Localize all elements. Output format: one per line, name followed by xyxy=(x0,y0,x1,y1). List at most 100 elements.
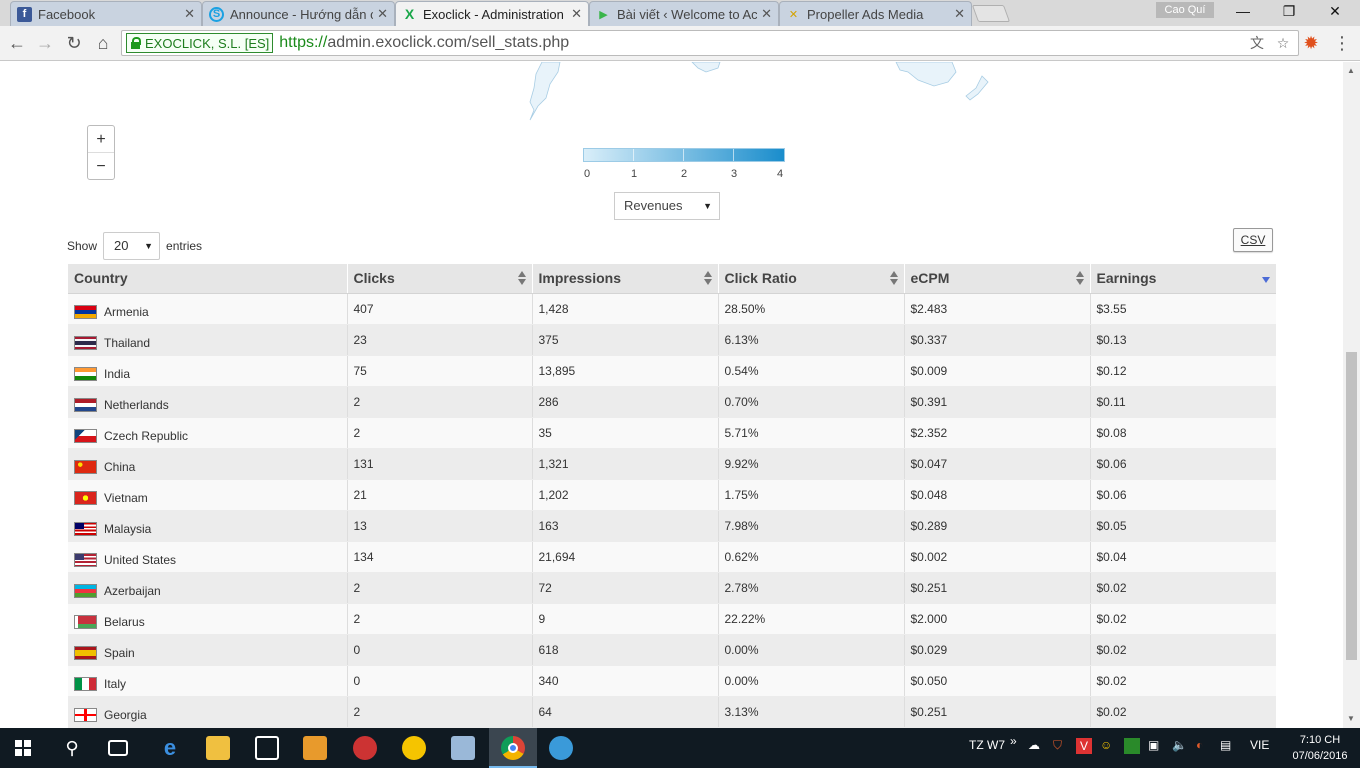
zoom-out-button[interactable]: − xyxy=(88,153,114,180)
cell-impressions: 1,202 xyxy=(531,479,718,511)
column-header-clicks[interactable]: Clicks xyxy=(346,264,532,294)
cell-country: Belarus xyxy=(68,603,347,635)
close-window-icon[interactable]: ✕ xyxy=(1312,3,1358,23)
dropdown-arrow-icon: ▼ xyxy=(144,241,154,251)
bookmark-star-icon[interactable]: ☆ xyxy=(1274,34,1292,52)
vivaldi-icon[interactable]: V xyxy=(1076,738,1092,754)
taskbar-clock[interactable]: 7:10 CH 07/06/2016 xyxy=(1290,732,1350,764)
close-icon[interactable]: ✕ xyxy=(377,6,388,22)
country-cell-content: Malaysia xyxy=(74,516,347,536)
cell-clicks: 75 xyxy=(346,355,532,387)
cell-clicks: 2 xyxy=(346,696,532,728)
globe-app-icon[interactable] xyxy=(549,736,573,760)
tab-propeller[interactable]: ✕ Propeller Ads Media ✕ xyxy=(779,1,972,26)
close-icon[interactable]: ✕ xyxy=(184,6,195,22)
cell-click-ratio: 28.50% xyxy=(717,293,904,325)
column-header-impressions[interactable]: Impressions xyxy=(531,264,718,294)
file-explorer-icon[interactable] xyxy=(206,736,230,760)
omnibox-actions: 文 ☆ xyxy=(1248,34,1292,52)
extension-fire-icon[interactable]: ✹ xyxy=(1300,32,1322,54)
store-icon[interactable] xyxy=(255,736,279,760)
profile-button[interactable]: Cao Quí xyxy=(1156,2,1214,18)
forward-arrow-icon[interactable]: → xyxy=(34,32,56,54)
table-row: Thailand 23 375 6.13% $0.337 $0.13 xyxy=(68,324,1276,356)
edge-icon[interactable]: e xyxy=(158,736,182,760)
close-icon[interactable]: ✕ xyxy=(954,6,965,22)
cell-country: Thailand xyxy=(68,324,347,356)
entries-select[interactable]: 20 ▼ xyxy=(103,232,161,260)
tab-bai-viet[interactable]: ▶ Bài viết ‹ Welcome to Acil ✕ xyxy=(589,1,779,26)
country-cell-content: Czech Republic xyxy=(74,423,347,443)
show-label: Show xyxy=(67,239,98,253)
cell-impressions: 340 xyxy=(531,665,718,697)
emoji-icon[interactable]: ☺ xyxy=(1100,738,1112,752)
cell-earnings: $0.06 xyxy=(1089,448,1276,480)
home-icon[interactable]: ⌂ xyxy=(92,32,114,54)
new-tab-button[interactable] xyxy=(971,5,1011,22)
notifications-icon[interactable]: ▤ xyxy=(1220,738,1231,752)
maximize-icon[interactable]: ❐ xyxy=(1266,3,1312,23)
map-south-america xyxy=(529,62,561,121)
url-text[interactable]: https://admin.exoclick.com/sell_stats.ph… xyxy=(279,34,569,52)
network-app-icon[interactable] xyxy=(451,736,475,760)
tab-facebook[interactable]: f Facebook ✕ xyxy=(10,1,202,26)
translate-icon[interactable]: 文 xyxy=(1248,34,1266,52)
cell-impressions: 1,321 xyxy=(531,448,718,480)
cloud-icon[interactable]: ☁ xyxy=(1028,738,1040,752)
cell-ecpm: $0.047 xyxy=(903,448,1090,480)
tray-label[interactable]: TZ W7 xyxy=(969,738,1005,752)
scroll-up-icon[interactable]: ▲ xyxy=(1347,66,1355,75)
app-tray-icon[interactable] xyxy=(1124,738,1140,754)
zoom-in-button[interactable]: + xyxy=(88,126,114,153)
table-row: Spain 0 618 0.00% $0.029 $0.02 xyxy=(68,634,1276,666)
yahoo-messenger-icon[interactable] xyxy=(402,736,426,760)
taskbar-chrome-active[interactable] xyxy=(489,728,537,768)
country-name: Spain xyxy=(104,645,135,660)
volume-icon[interactable]: 🔈 xyxy=(1172,738,1187,752)
cell-earnings: $0.12 xyxy=(1089,355,1276,387)
italy-flag-icon xyxy=(74,676,97,691)
shield-icon[interactable]: ⛉ xyxy=(1053,738,1062,753)
column-header-earnings[interactable]: Earnings xyxy=(1089,264,1276,294)
tab-label: Announce - Hướng dẫn c xyxy=(230,6,374,22)
language-indicator[interactable]: VIE xyxy=(1250,738,1269,752)
windows-start-icon[interactable] xyxy=(15,740,31,756)
close-icon[interactable]: ✕ xyxy=(761,6,772,22)
scroll-down-icon[interactable]: ▼ xyxy=(1347,714,1355,723)
armenia-flag-icon xyxy=(74,304,97,319)
ev-certificate-badge[interactable]: EXOCLICK, S.L. [ES] xyxy=(126,33,274,53)
csv-export-button[interactable]: CSV xyxy=(1233,228,1273,252)
chrome-menu-icon[interactable]: ⋮ xyxy=(1331,32,1353,54)
network-icon[interactable]: ▣ xyxy=(1148,738,1159,752)
cell-impressions: 163 xyxy=(531,510,718,542)
thailand-flag-icon xyxy=(74,335,97,350)
tab-exoclick[interactable]: X Exoclick - Administration ✕ xyxy=(395,1,589,26)
tab-announce[interactable]: S Announce - Hướng dẫn c ✕ xyxy=(202,1,395,26)
media-player-icon[interactable] xyxy=(303,736,327,760)
world-map[interactable] xyxy=(520,62,1000,132)
close-icon[interactable]: ✕ xyxy=(571,6,582,22)
map-color-legend xyxy=(583,148,785,162)
address-bar[interactable]: EXOCLICK, S.L. [ES] https://admin.exocli… xyxy=(121,30,1299,56)
page-scrollbar[interactable]: ▲ ▼ xyxy=(1343,62,1360,728)
scrollbar-thumb[interactable] xyxy=(1346,352,1357,660)
reload-icon[interactable]: ↻ xyxy=(63,32,85,54)
cell-earnings: $0.05 xyxy=(1089,510,1276,542)
country-cell-content: India xyxy=(74,361,347,381)
tray-overflow-icon[interactable]: » xyxy=(1010,734,1017,748)
map-metric-select[interactable]: Revenues ▼ xyxy=(614,192,720,220)
minimize-icon[interactable]: — xyxy=(1220,3,1266,23)
legend-tick: 3 xyxy=(730,168,738,180)
cell-earnings: $0.04 xyxy=(1089,541,1276,573)
map-zoom-control: + − xyxy=(87,125,115,180)
ccleaner-tray-icon[interactable]: ◐ xyxy=(1196,738,1203,752)
column-header-click-ratio[interactable]: Click Ratio xyxy=(717,264,904,294)
task-view-icon[interactable] xyxy=(108,740,128,756)
cell-click-ratio: 7.98% xyxy=(717,510,904,542)
column-header-ecpm[interactable]: eCPM xyxy=(903,264,1090,294)
ccleaner-icon[interactable] xyxy=(353,736,377,760)
search-icon[interactable]: ⚲ xyxy=(60,736,84,760)
country-name: Azerbaijan xyxy=(104,583,161,598)
column-header-country[interactable]: Country xyxy=(68,264,347,294)
back-arrow-icon[interactable]: ← xyxy=(6,32,28,54)
